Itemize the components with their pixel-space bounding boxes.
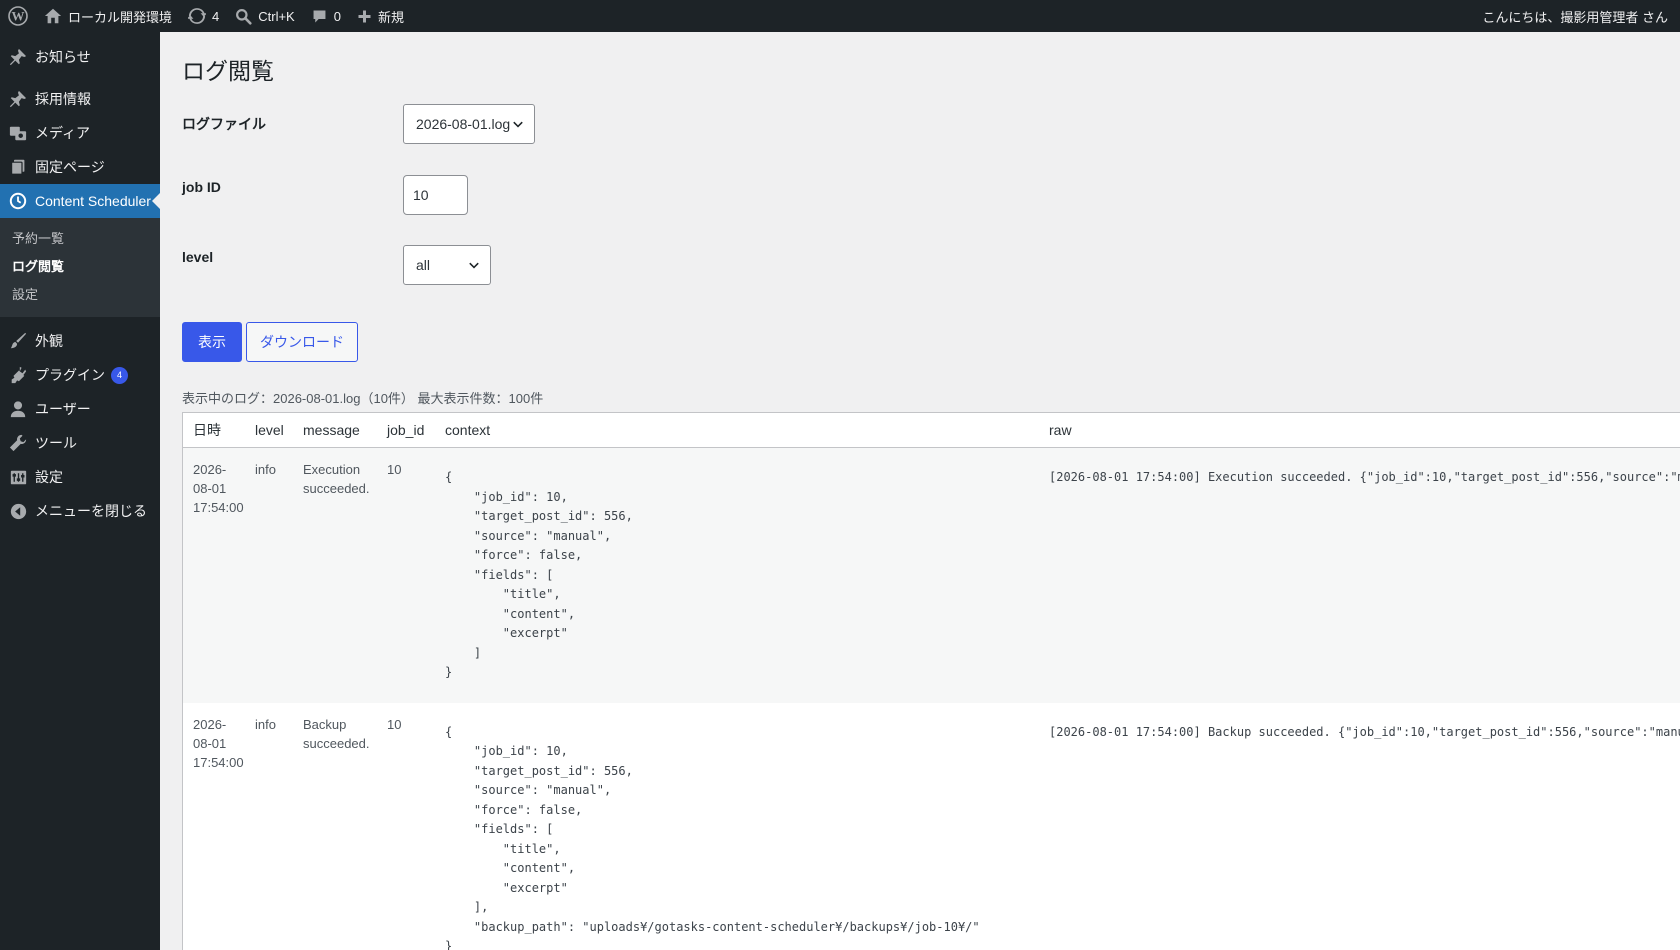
jobid-cell: 10 xyxy=(387,716,402,732)
site-name: ローカル開発環境 xyxy=(68,9,173,25)
menu-item-appearance[interactable]: 外観 xyxy=(0,324,160,358)
table-row: 2026- 08-01 17:54:00 info Execution succ… xyxy=(183,448,1680,703)
raw-cell: [2026-08-01 17:54:00] Backup succeeded. … xyxy=(1049,724,1680,739)
clock-icon xyxy=(8,191,28,211)
plugin-update-badge: 4 xyxy=(111,366,128,384)
level-select-value: all xyxy=(416,257,431,273)
menu-item-label: プラグイン xyxy=(35,367,105,383)
updates-count: 4 xyxy=(212,8,220,24)
menu-item-media[interactable]: メディア xyxy=(0,116,160,150)
jobid-label: job ID xyxy=(182,179,221,195)
svg-text:W: W xyxy=(12,9,25,24)
admin-bar: W ローカル開発環境 4 Ctrl+K 0 新規 こんにちは、撮影用管理者 さん xyxy=(0,0,1680,32)
download-button[interactable]: ダウンロード xyxy=(246,322,358,362)
menu-item-tools[interactable]: ツール xyxy=(0,426,160,460)
site-name-link[interactable]: ローカル開発環境 xyxy=(36,0,180,32)
context-cell: { "job_id": 10, "target_post_id": 556, "… xyxy=(445,724,980,950)
search-shortcut[interactable]: Ctrl+K xyxy=(227,0,302,32)
menu-item-label: ツール xyxy=(35,435,77,451)
collapse-menu-button[interactable]: メニューを閉じる xyxy=(0,494,160,528)
collapse-icon xyxy=(8,501,28,521)
show-button[interactable]: 表示 xyxy=(182,322,242,362)
menu-item-label: お知らせ xyxy=(35,49,91,65)
main-content: ログ閲覧 ログファイル 2026-08-01.log job ID 10 lev… xyxy=(160,32,1680,950)
comments-count: 0 xyxy=(333,8,341,24)
column-header: job_id xyxy=(387,422,425,438)
log-table: 日時 level message job_id context raw 2026… xyxy=(182,412,1680,950)
level-cell: info xyxy=(255,462,276,477)
level-row: level all xyxy=(182,245,782,286)
page-icon xyxy=(8,157,28,177)
menu-item-label: 外観 xyxy=(35,333,63,349)
menu-item-plugins[interactable]: プラグイン 4 xyxy=(0,358,160,392)
column-header: raw xyxy=(1049,422,1072,438)
content-scheduler-submenu: 予約一覧 ログ閲覧 設定 xyxy=(0,218,160,317)
level-cell: info xyxy=(255,716,276,732)
logfile-select-value: 2026-08-01.log xyxy=(416,116,511,132)
updates-link[interactable]: 4 xyxy=(180,0,227,32)
search-icon xyxy=(236,8,252,25)
jobid-row: job ID 10 xyxy=(182,175,782,216)
comments-link[interactable]: 0 xyxy=(303,0,349,32)
datetime-cell: 2026- 08-01 17:54:00 xyxy=(193,462,244,515)
menu-item-label: メディア xyxy=(35,125,91,141)
menu-item-users[interactable]: ユーザー xyxy=(0,392,160,426)
menu-item-news[interactable]: お知らせ xyxy=(0,40,160,74)
menu-item-label: メニューを閉じる xyxy=(35,503,147,519)
logfile-select[interactable]: 2026-08-01.log xyxy=(403,104,535,144)
raw-cell: [2026-08-01 17:54:00] Execution succeede… xyxy=(1049,470,1680,484)
new-content-link[interactable]: 新規 xyxy=(349,0,412,32)
log-summary: 表示中のログ：2026-08-01.log（10件） 最大表示件数：100件 xyxy=(182,391,544,406)
pin-icon xyxy=(8,89,28,109)
menu-item-label: 固定ページ xyxy=(35,159,105,175)
home-icon xyxy=(44,8,62,24)
wrench-icon xyxy=(8,433,28,453)
logfile-label: ログファイル xyxy=(182,116,266,132)
plus-icon xyxy=(358,10,371,22)
menu-item-label: 採用情報 xyxy=(35,91,91,107)
user-icon xyxy=(8,399,28,419)
menu-item-recruit[interactable]: 採用情報 xyxy=(0,82,160,116)
column-header: message xyxy=(303,422,360,438)
submenu-item-settings[interactable]: 設定 xyxy=(0,281,160,309)
column-header: context xyxy=(445,422,491,438)
menu-item-label: Content Scheduler xyxy=(35,193,151,209)
table-header: 日時 level message job_id context raw xyxy=(183,413,1680,448)
page-title: ログ閲覧 xyxy=(182,58,274,84)
level-label: level xyxy=(182,249,214,265)
menu-item-label: ユーザー xyxy=(35,401,91,417)
refresh-icon xyxy=(188,8,207,24)
submenu-item-log-viewer[interactable]: ログ閲覧 xyxy=(0,253,160,281)
column-header: level xyxy=(255,422,284,438)
comment-icon xyxy=(313,10,326,22)
search-shortcut-label: Ctrl+K xyxy=(258,8,295,24)
column-header: 日時 xyxy=(193,422,221,438)
jobid-input[interactable]: 10 xyxy=(403,175,468,215)
submenu-item-schedules[interactable]: 予約一覧 xyxy=(0,225,160,253)
logfile-row: ログファイル 2026-08-01.log xyxy=(182,104,782,144)
chevron-down-icon xyxy=(513,121,523,128)
account-greeting[interactable]: こんにちは、撮影用管理者 さん xyxy=(1474,0,1680,32)
media-icon xyxy=(8,123,28,143)
message-cell: Execution succeeded. xyxy=(303,462,370,496)
plugin-icon xyxy=(8,365,28,385)
table-row: 2026- 08-01 17:54:00 info Backup succeed… xyxy=(183,702,1680,950)
settings-icon xyxy=(8,467,28,487)
jobid-cell: 10 xyxy=(387,462,402,477)
menu-item-pages[interactable]: 固定ページ xyxy=(0,150,160,184)
level-select[interactable]: all xyxy=(403,245,491,285)
menu-item-label: 設定 xyxy=(35,469,63,485)
chevron-down-icon xyxy=(469,262,479,269)
wordpress-logo-icon[interactable]: W xyxy=(0,0,36,32)
new-label: 新規 xyxy=(377,9,404,25)
datetime-cell: 2026- 08-01 17:54:00 xyxy=(193,716,244,770)
menu-item-settings[interactable]: 設定 xyxy=(0,460,160,494)
message-cell: Backup succeeded. xyxy=(303,716,370,751)
admin-sidebar: お知らせ 採用情報 メディア 固定ページ Content Scheduler 予… xyxy=(0,32,160,950)
pin-icon xyxy=(8,47,28,67)
brush-icon xyxy=(8,331,28,351)
context-cell: { "job_id": 10, "target_post_id": 556, "… xyxy=(445,470,633,679)
menu-item-content-scheduler[interactable]: Content Scheduler xyxy=(0,184,160,218)
